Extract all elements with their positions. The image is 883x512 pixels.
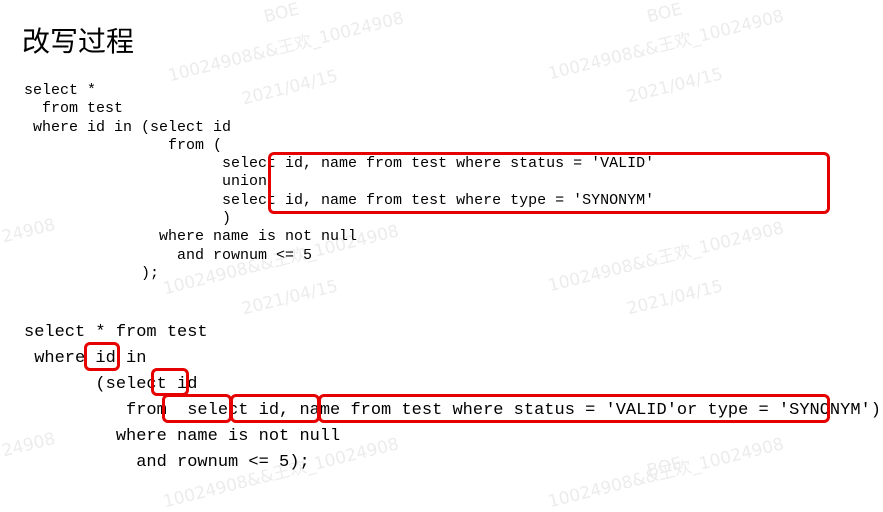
page-title: 改写过程 [22,25,135,58]
code-line: select * [24,82,97,99]
watermark-text: 10024908&&王欢_10024908 [166,8,406,87]
union-subquery-highlight [268,152,830,214]
code-line: where id in (select id [24,118,232,136]
code-line: where name is not null [24,228,358,246]
or-condition-highlight [318,394,830,423]
watermark-text: BOE [645,0,685,28]
code-line: select * from test [24,323,208,342]
code-line: where name is not null [24,427,341,446]
select-keyword-highlight [162,394,232,423]
id-name-columns-highlight [230,394,320,423]
code-line: from test [24,100,124,118]
code-line: ); [24,264,160,282]
id-column-highlight [84,342,120,371]
select-id-highlight [151,368,189,396]
watermark-text: 10024908&&王欢_10024908 [546,6,786,85]
watermark-text: BOE [262,0,302,28]
code-line: and rownum <= 5 [24,246,313,264]
code-line: union [24,173,268,191]
code-line: ) [24,210,232,228]
code-line: from ( [24,136,223,154]
code-line: and rownum <= 5); [24,453,310,472]
